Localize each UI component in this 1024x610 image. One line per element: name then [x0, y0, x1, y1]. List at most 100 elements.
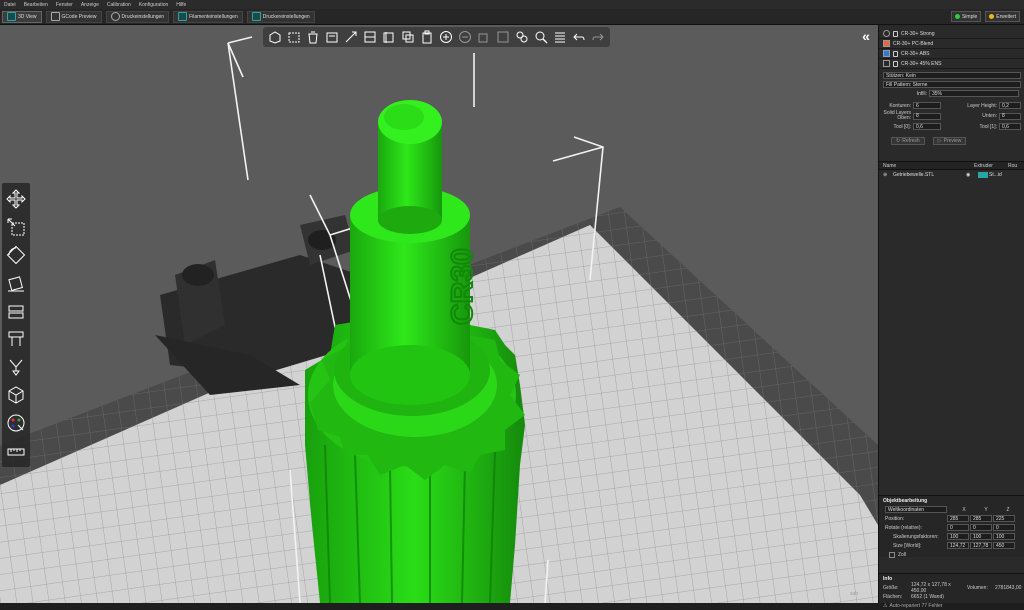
rotate-y-field[interactable]: 0 — [970, 524, 992, 531]
paint-supports-icon[interactable] — [4, 327, 28, 351]
tool1-field[interactable]: 0,6 — [999, 123, 1021, 130]
lock-icon — [893, 60, 898, 67]
position-x-field[interactable]: 285 — [947, 515, 969, 522]
col-name[interactable]: Name — [879, 163, 974, 169]
cut-icon[interactable] — [4, 299, 28, 323]
menu-konfiguration[interactable]: Konfiguration — [139, 2, 168, 8]
preset-label: CR-30+ PC-Blend — [893, 40, 934, 47]
preset-printer[interactable]: CR-30+ 45% ENS — [879, 59, 1024, 69]
position-z-field[interactable]: 225 — [993, 515, 1015, 522]
tab-label: Druckeinstellungen — [121, 13, 165, 20]
preset-label: CR-30+ 45% ENS — [901, 60, 942, 67]
object-icon: ⊕ — [883, 171, 888, 178]
infill-field[interactable]: 35% — [929, 90, 1019, 97]
col-extra[interactable]: Rou — [1008, 163, 1017, 169]
preset-print[interactable]: CR-30+ Strong — [879, 29, 1024, 39]
infill-label: Infill: — [916, 90, 927, 97]
add-instance-icon[interactable] — [438, 29, 454, 45]
search-icon[interactable] — [533, 29, 549, 45]
gear-icon — [110, 12, 120, 21]
mmu-painting-icon[interactable] — [4, 411, 28, 435]
filament-color-swatch[interactable] — [883, 50, 890, 57]
menu-anzeige[interactable]: Anzeige — [81, 2, 99, 8]
extruder-color-swatch — [978, 171, 988, 178]
3d-viewport[interactable]: CR30 sub « — [0, 25, 878, 603]
rotate-x-field[interactable]: 0 — [947, 524, 969, 531]
tab-3d-view[interactable]: 3D View — [2, 10, 42, 23]
tab-druckeinstellungen[interactable]: Druckeinstellungen — [105, 10, 170, 23]
split-objects-icon[interactable] — [476, 29, 492, 45]
zoll-checkbox[interactable] — [889, 551, 895, 558]
tab-gcode-preview[interactable]: GCode Preview — [45, 10, 102, 23]
mode-simple-button[interactable]: Simple — [950, 11, 982, 22]
place-on-face-icon[interactable] — [4, 271, 28, 295]
preset-filament-1[interactable]: CR-30+ PC-Blend — [879, 39, 1024, 49]
preset-filament-2[interactable]: CR-30+ ABS — [879, 49, 1024, 59]
split-parts-icon[interactable] — [495, 29, 511, 45]
arrange-icon[interactable] — [343, 29, 359, 45]
warning-icon: ⚠ — [883, 602, 888, 609]
scale-z-field[interactable]: 100 — [993, 533, 1015, 540]
size-row: Size [World]: 124,72 127,78 450 — [879, 541, 1024, 550]
copy-icon[interactable] — [400, 29, 416, 45]
add-shape-icon[interactable] — [286, 29, 302, 45]
layers-icon[interactable] — [552, 29, 568, 45]
split-icon[interactable] — [381, 29, 397, 45]
supports-select[interactable]: Stützen: Kein — [883, 72, 1021, 79]
scale-y-field[interactable]: 100 — [970, 533, 992, 540]
tab-filamenteinstellungen[interactable]: Filamenteinstellungen — [173, 10, 243, 23]
variable-layer-icon[interactable] — [514, 29, 530, 45]
menu-datei[interactable]: Datei — [4, 2, 16, 8]
refresh-button[interactable]: ↻ Refresh — [891, 137, 925, 145]
add-object-icon[interactable] — [267, 29, 283, 45]
size-z-field[interactable]: 450 — [993, 542, 1015, 549]
delete-all-icon[interactable] — [324, 29, 340, 45]
scale-icon[interactable] — [4, 215, 28, 239]
menu-fenster[interactable]: Fenster — [56, 2, 73, 8]
layer-height-field[interactable]: 0,2 — [999, 102, 1021, 109]
extruder-select[interactable]: St...id — [978, 171, 1002, 178]
solid-layers-field[interactable]: 8 — [913, 112, 941, 120]
scale-x-field[interactable]: 100 — [947, 533, 969, 540]
unten-field[interactable]: 8 — [999, 112, 1021, 120]
move-icon[interactable] — [4, 187, 28, 211]
tool0-field[interactable]: 0,6 — [913, 123, 941, 130]
paste-icon[interactable] — [419, 29, 435, 45]
seam-painting-icon[interactable] — [4, 355, 28, 379]
tab-label: Druckereinstellungen — [262, 13, 310, 20]
preset-label: CR-30+ ABS — [901, 50, 930, 57]
mode-erweitert-button[interactable]: Erweitert — [985, 11, 1020, 22]
menu-hilfe[interactable]: Hilfe — [176, 2, 186, 8]
lock-icon — [893, 30, 898, 37]
size-x-field[interactable]: 124,72 — [947, 542, 969, 549]
mode-switcher: Simple Erweitert — [950, 11, 1020, 22]
size-y-field[interactable]: 127,78 — [970, 542, 992, 549]
delete-icon[interactable] — [305, 29, 321, 45]
radio-icon[interactable] — [883, 30, 890, 37]
filament-color-swatch[interactable] — [883, 40, 890, 47]
layout-icon[interactable] — [362, 29, 378, 45]
position-y-field[interactable]: 285 — [970, 515, 992, 522]
rotate-icon[interactable] — [4, 243, 28, 267]
eye-icon[interactable]: ◉ — [966, 172, 978, 178]
preview-button[interactable]: ▷ Preview — [932, 137, 967, 145]
col-extruder[interactable]: Extruder — [974, 163, 1008, 169]
scene-canvas[interactable]: CR30 sub — [0, 25, 878, 603]
menu-bearbeiten[interactable]: Bearbeiten — [24, 2, 48, 8]
coord-system-select[interactable]: Weltkoordinaten — [885, 506, 947, 513]
remove-instance-icon[interactable] — [457, 29, 473, 45]
scene-toolbar — [263, 27, 610, 47]
measure-icon[interactable] — [4, 439, 28, 463]
tab-druckereinstellungen[interactable]: Druckereinstellungen — [246, 10, 315, 23]
menu-calibration[interactable]: Calibration — [107, 2, 131, 8]
undo-icon[interactable] — [571, 29, 587, 45]
hollow-icon[interactable] — [4, 383, 28, 407]
position-row: Position: 285 285 225 — [879, 514, 1024, 523]
redo-icon[interactable] — [590, 29, 606, 45]
fill-pattern-select[interactable]: Fill Pattern: Sterne — [883, 81, 1021, 88]
mode-label: Erweitert — [996, 13, 1016, 20]
rotate-z-field[interactable]: 0 — [993, 524, 1015, 531]
konturen-field[interactable]: 6 — [913, 102, 941, 109]
object-list-item[interactable]: ⊕ Getriebewelle.STL ◉ St...id — [879, 170, 1024, 179]
collapse-sidebar-icon[interactable]: « — [857, 27, 875, 45]
